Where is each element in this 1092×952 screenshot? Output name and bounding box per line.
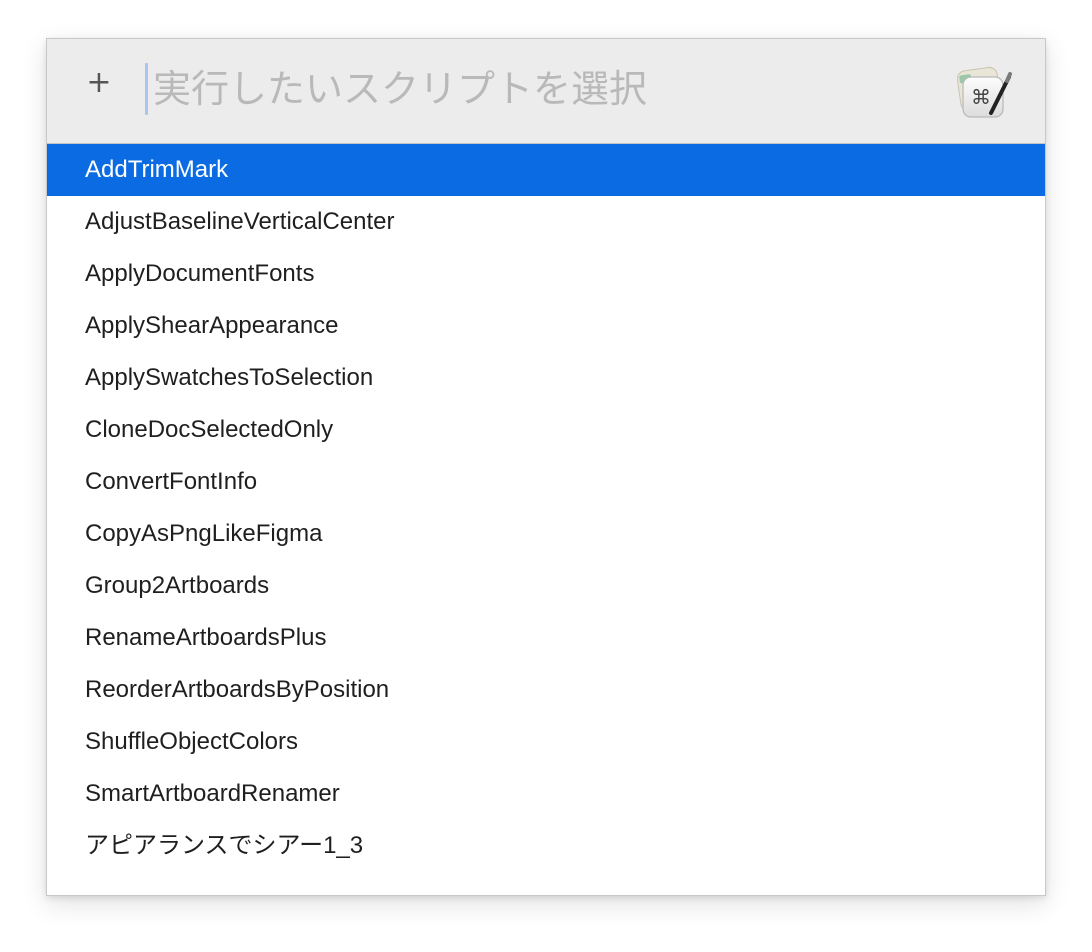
- script-list-item[interactable]: CloneDocSelectedOnly: [47, 404, 1045, 456]
- search-field[interactable]: [145, 61, 925, 117]
- search-header: + ⌘: [47, 39, 1045, 144]
- script-list-item[interactable]: CopyAsPngLikeFigma: [47, 508, 1045, 560]
- script-list-item[interactable]: SmartArtboardRenamer: [47, 768, 1045, 820]
- script-list-item[interactable]: AdjustBaselineVerticalCenter: [47, 196, 1045, 248]
- script-list-item[interactable]: ShuffleObjectColors: [47, 716, 1045, 768]
- script-list-item[interactable]: ApplyShearAppearance: [47, 300, 1045, 352]
- script-list-item[interactable]: ApplySwatchesToSelection: [47, 352, 1045, 404]
- script-list-item[interactable]: RenameArtboardsPlus: [47, 612, 1045, 664]
- script-list-item[interactable]: ReorderArtboardsByPosition: [47, 664, 1045, 716]
- script-list-item[interactable]: ConvertFontInfo: [47, 456, 1045, 508]
- script-launcher-panel: + ⌘: [46, 38, 1046, 896]
- script-list-item[interactable]: Group2Artboards: [47, 560, 1045, 612]
- script-list-item[interactable]: AddTrimMark: [47, 144, 1045, 196]
- script-list: AddTrimMark AdjustBaselineVerticalCenter A…: [47, 144, 1045, 872]
- svg-text:⌘: ⌘: [971, 85, 991, 109]
- search-input[interactable]: [153, 61, 913, 117]
- text-caret: [145, 63, 148, 115]
- command-pen-app-icon[interactable]: ⌘: [951, 61, 1015, 125]
- script-list-item[interactable]: ApplyDocumentFonts: [47, 248, 1045, 300]
- script-list-item[interactable]: アピアランスでシアー1_3: [47, 820, 1045, 872]
- plus-icon[interactable]: +: [85, 68, 113, 98]
